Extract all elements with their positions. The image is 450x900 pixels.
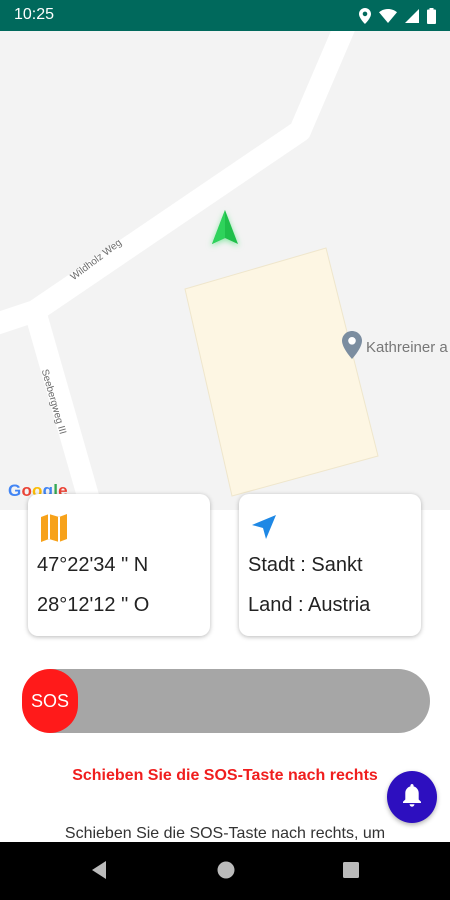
map-view[interactable]: Wildholz Weg Seebergweg III Kathreiner a… — [0, 31, 450, 510]
country-value: Land : Austria — [248, 594, 371, 616]
system-nav-bar — [0, 842, 450, 900]
latitude-value: 47°22'34 " N — [37, 554, 149, 576]
poi-label: Kathreiner a — [366, 339, 448, 356]
map-canvas — [0, 31, 379, 510]
bell-icon — [401, 782, 423, 813]
status-bar: 10:25 — [0, 0, 450, 31]
poi-marker[interactable]: Kathreiner a — [342, 331, 448, 364]
status-icons — [359, 6, 436, 26]
coordinates-card: 47°22'34 " N 28°12'12 " O — [28, 494, 210, 636]
sos-label: SOS — [30, 690, 69, 711]
navigation-arrow-icon — [249, 512, 279, 547]
wifi-icon — [379, 9, 397, 23]
signal-icon — [405, 9, 419, 23]
longitude-value: 28°12'12 " O — [37, 594, 150, 616]
location-card: Stadt : Sankt Land : Austria — [239, 494, 421, 636]
home-icon[interactable] — [216, 860, 236, 885]
sos-slider-knob[interactable]: SOS — [22, 669, 78, 733]
back-icon[interactable] — [90, 860, 110, 885]
current-location-arrow-icon — [205, 206, 245, 257]
recents-icon[interactable] — [341, 860, 361, 885]
map-icon — [38, 512, 70, 549]
status-time: 10:25 — [14, 6, 55, 23]
city-value: Stadt : Sankt — [248, 554, 363, 576]
building-shape — [184, 247, 379, 497]
alarm-button[interactable] — [387, 771, 437, 823]
battery-icon — [427, 8, 436, 24]
instruction-title: Schieben Sie die SOS-Taste nach rechts — [72, 767, 378, 784]
map-pin-icon — [342, 331, 362, 364]
instruction-description: Schieben Sie die SOS-Taste nach rechts, … — [64, 825, 386, 842]
location-icon — [359, 8, 371, 24]
sos-slider-track[interactable]: SOS — [22, 669, 430, 733]
